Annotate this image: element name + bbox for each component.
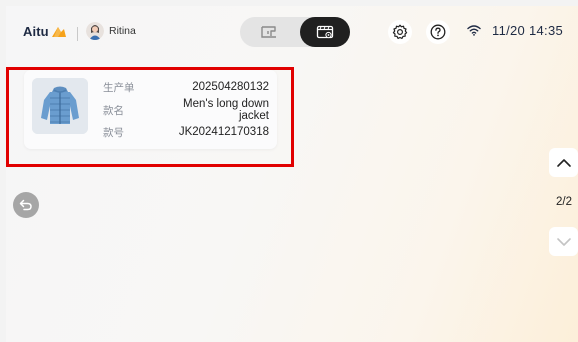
- style-number-label: 款号: [103, 126, 124, 139]
- production-order-row: 生产单 202504280132: [103, 78, 269, 96]
- order-card[interactable]: 生产单 202504280132 款名 Men's long down jack…: [24, 70, 277, 149]
- video-monitor-icon: [316, 25, 334, 38]
- page-indicator: 2/2: [556, 196, 572, 208]
- avatar: [86, 22, 104, 40]
- production-order-label: 生产单: [103, 81, 135, 94]
- back-button[interactable]: [13, 192, 39, 218]
- screen: Aitu Ritina 11/20 14:35 生产单 202504280132…: [6, 6, 578, 342]
- style-name-row: 款名 Men's long down jacket: [103, 98, 269, 122]
- user-info[interactable]: Ritina: [86, 22, 136, 40]
- datetime: 11/20 14:35: [492, 23, 564, 38]
- media-mode-button[interactable]: [300, 17, 350, 47]
- settings-button[interactable]: [388, 20, 412, 44]
- style-number-row: 款号 JK202412170318: [103, 123, 269, 141]
- brand-logo: Aitu: [23, 24, 67, 39]
- brand-name: Aitu: [23, 24, 49, 39]
- style-name-value: Men's long down jacket: [183, 98, 269, 122]
- machine-mode-button[interactable]: [244, 17, 294, 47]
- brand-mark-icon: [51, 26, 66, 37]
- page-up-button[interactable]: [549, 148, 578, 177]
- down-jacket-image: [32, 78, 88, 134]
- username: Ritina: [109, 25, 136, 37]
- production-order-value: 202504280132: [192, 81, 269, 93]
- wifi-icon: [467, 25, 481, 36]
- chevron-down-icon: [556, 237, 571, 246]
- style-number-value: JK202412170318: [178, 126, 269, 138]
- page-down-button[interactable]: [549, 227, 578, 256]
- style-name-label: 款名: [103, 104, 124, 117]
- mode-toggle: [240, 17, 350, 47]
- sewing-machine-icon: [261, 26, 276, 38]
- chevron-up-icon: [556, 158, 571, 167]
- header-divider: [77, 27, 78, 41]
- help-icon: [430, 24, 446, 40]
- settings-gear-icon: [392, 24, 408, 39]
- top-bar: Aitu Ritina 11/20 14:35: [6, 6, 578, 60]
- help-button[interactable]: [426, 20, 450, 44]
- back-arrow-icon: [19, 199, 32, 211]
